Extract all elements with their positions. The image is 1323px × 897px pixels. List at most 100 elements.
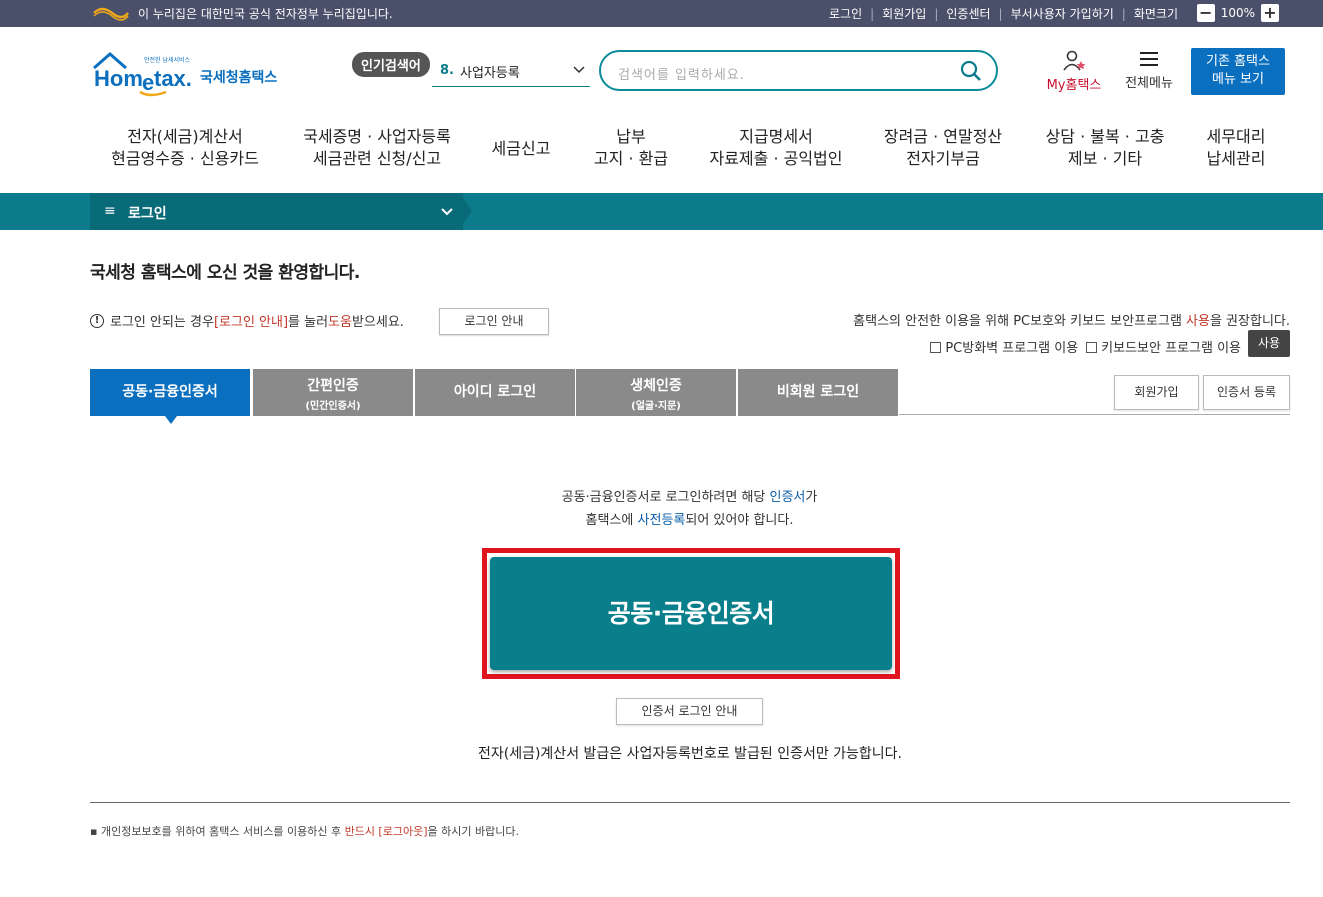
search-input[interactable]: 검색어를 입력하세요. xyxy=(618,64,745,83)
join-button[interactable]: 회원가입 xyxy=(1114,375,1199,410)
notice-text: 되어 있어야 합니다. xyxy=(685,513,794,528)
firewall-option[interactable]: PC방화벽 프로그램 이용 xyxy=(930,337,1078,356)
popular-search-rank: 8. xyxy=(440,63,454,78)
cert-notice-line2: 홈택스에 사전등록되어 있어야 합니다. xyxy=(28,509,1323,528)
nav-item-certificate[interactable]: 국세증명 · 사업자등록 세금관련 신청/신고 xyxy=(297,126,457,170)
user-star-icon xyxy=(1063,50,1086,71)
nav-item-label: 국세증명 · 사업자등록 xyxy=(303,127,451,146)
nav-item-sublabel: 납세관리 xyxy=(1206,149,1266,168)
old-menu-line1: 기존 홈택스 xyxy=(1206,54,1270,69)
search-box[interactable]: 검색어를 입력하세요. xyxy=(599,50,998,91)
svg-text:e: e xyxy=(142,70,154,95)
popular-search-select[interactable]: 8. 사업자등록 xyxy=(432,56,590,87)
main-nav: 전자(세금)계산서 현금영수증 · 신용카드 국세증명 · 사업자등록 세금관련… xyxy=(92,126,1292,174)
use-security-button[interactable]: 사용 xyxy=(1248,330,1290,357)
security-options: PC방화벽 프로그램 이용 키보드보안 프로그램 이용 xyxy=(930,337,1241,356)
my-hometax-link[interactable]: My홈택스 xyxy=(1040,50,1108,93)
nav-item-label: 전자(세금)계산서 xyxy=(127,127,243,146)
keyboard-security-checkbox[interactable] xyxy=(1086,342,1098,353)
gov-link-login[interactable]: 로그인 xyxy=(829,5,862,22)
tab-divider xyxy=(899,414,1290,415)
nav-item-tax-return[interactable]: 세금신고 xyxy=(486,138,556,160)
svg-text:Hom: Hom xyxy=(94,66,143,91)
tab-sublabel: (얼굴·지문) xyxy=(631,401,681,412)
security-recommendation: 홈택스의 안전한 이용을 위해 PC보호와 키보드 보안프로그램 사용을 권장합… xyxy=(853,310,1290,329)
nav-item-sublabel: 자료제출 · 공익법인 xyxy=(709,149,843,168)
welcome-title: 국세청 홈택스에 오신 것을 환영합니다. xyxy=(90,263,360,283)
gov-link-cert[interactable]: 인증센터 xyxy=(946,5,990,22)
gov-link-join[interactable]: 회원가입 xyxy=(882,5,926,22)
privacy-footnote: ▪ 개인정보보호를 위하여 홈택스 서비스를 이용하신 후 반드시 [로그아웃]… xyxy=(90,825,519,838)
tab-id-login[interactable]: 아이디 로그인 xyxy=(415,369,575,416)
help-link[interactable]: [로그인 안내] xyxy=(214,311,288,330)
security-suffix: 을 권장합니다. xyxy=(1209,314,1290,329)
firewall-label: PC방화벽 프로그램 이용 xyxy=(945,341,1079,356)
notice-emph: 사전등록 xyxy=(637,513,686,528)
divider xyxy=(90,802,1290,803)
nav-item-label: 장려금 · 연말정산 xyxy=(883,127,1003,146)
nav-item-sublabel: 현금영수증 · 신용카드 xyxy=(111,149,259,168)
popular-search-badge: 인기검색어 xyxy=(352,52,430,77)
cert-notice-line1: 공동·금융인증서로 로그인하려면 해당 인증서가 xyxy=(28,486,1323,505)
nav-item-sublabel: 고지 · 환급 xyxy=(593,149,669,168)
tab-biometric[interactable]: 생체인증 (얼굴·지문) xyxy=(576,369,736,416)
location-bar: ≡ 로그인 xyxy=(0,193,1323,230)
etax-notice: 전자(세금)계산서 발급은 사업자등록번호로 발급된 인증서만 가능합니다. xyxy=(477,746,903,762)
firewall-checkbox[interactable] xyxy=(930,342,942,353)
keyboard-security-label: 키보드보안 프로그램 이용 xyxy=(1101,341,1241,356)
tab-guest-login[interactable]: 비회원 로그인 xyxy=(738,369,898,416)
chevron-down-icon[interactable] xyxy=(440,205,454,219)
nav-item-sublabel: 세금관련 신청/신고 xyxy=(312,149,442,168)
nav-item-consulting[interactable]: 상담 · 불복 · 고충 제보 · 기타 xyxy=(1040,126,1170,170)
popular-search-term: 사업자등록 xyxy=(460,66,520,81)
nav-item-payment-statement[interactable]: 지급명세서 자료제출 · 공익법인 xyxy=(706,126,846,170)
tab-label: 공동·금융인증서 xyxy=(122,384,218,400)
tab-joint-certificate[interactable]: 공동·금융인증서 xyxy=(90,369,250,416)
old-menu-button[interactable]: 기존 홈택스 메뉴 보기 xyxy=(1191,48,1285,95)
list-icon: ≡ xyxy=(104,203,116,219)
nav-item-label: 상담 · 불복 · 고충 xyxy=(1045,127,1165,146)
footnote-text: 개인정보보호를 위하여 홈택스 서비스를 이용하신 후 xyxy=(100,825,345,838)
footnote-emph: 반드시 [로그아웃] xyxy=(344,825,428,838)
help-prefix: 로그인 안되는 경우 xyxy=(110,315,214,330)
svg-text:안전한 납세서비스: 안전한 납세서비스 xyxy=(144,56,191,64)
nav-item-payment[interactable]: 납부 고지 · 환급 xyxy=(586,126,676,170)
gov-bar: 이 누리집은 대한민국 공식 전자정부 누리집입니다. 로그인 | 회원가입 | 인… xyxy=(0,0,1323,27)
zoom-out-button[interactable]: − xyxy=(1196,4,1215,22)
location-arrow xyxy=(460,193,472,229)
joint-certificate-login-button[interactable]: 공동·금융인증서 xyxy=(490,557,892,670)
search-icon[interactable] xyxy=(960,60,982,82)
nav-item-label: 세무대리 xyxy=(1206,127,1266,146)
login-guide-button[interactable]: 로그인 안내 xyxy=(439,308,549,335)
tab-simple-auth[interactable]: 간편인증 (민간인증서) xyxy=(253,369,413,416)
help-middle: 를 눌러 xyxy=(288,315,329,330)
svg-text:tax.: tax. xyxy=(154,66,192,91)
all-menu-label: 전체메뉴 xyxy=(1125,76,1173,91)
nav-item-tax-agent[interactable]: 세무대리 납세관리 xyxy=(1198,126,1274,170)
keyboard-security-option[interactable]: 키보드보안 프로그램 이용 xyxy=(1086,337,1241,356)
hometax-logo[interactable]: Hom e tax. 국세청홈택스 안전한 납세서비스 xyxy=(92,48,292,98)
zoom-in-button[interactable]: + xyxy=(1261,4,1279,22)
login-help-text: ! 로그인 안되는 경우 [로그인 안내] 를 눌러 도움 받으세요. xyxy=(90,311,404,330)
nav-item-label: 납부 xyxy=(616,127,646,146)
nav-item-incentive[interactable]: 장려금 · 연말정산 전자기부금 xyxy=(878,126,1008,170)
active-tab-pointer xyxy=(165,416,177,424)
info-icon: ! xyxy=(90,313,104,328)
security-emph: 사용 xyxy=(1186,314,1210,329)
tab-label: 간편인증 xyxy=(307,378,359,394)
tab-label: 비회원 로그인 xyxy=(776,384,860,400)
cert-login-guide-button[interactable]: 인증서 로그인 안내 xyxy=(616,698,763,725)
gov-link-screensize: 화면크기 xyxy=(1133,7,1178,21)
zoom-level: 100% xyxy=(1220,6,1255,20)
gov-notice: 이 누리집은 대한민국 공식 전자정부 누리집입니다. xyxy=(138,7,393,21)
nav-item-etax[interactable]: 전자(세금)계산서 현금영수증 · 신용카드 xyxy=(110,126,260,170)
hamburger-icon xyxy=(1140,52,1158,66)
footnote-text: 을 하시기 바랍니다. xyxy=(427,825,519,838)
cert-register-button[interactable]: 인증서 등록 xyxy=(1203,375,1290,410)
notice-text: 공동·금융인증서로 로그인하려면 해당 xyxy=(561,490,770,505)
all-menu-button[interactable]: 전체메뉴 xyxy=(1120,50,1178,91)
tab-sublabel: (민간인증서) xyxy=(305,401,361,412)
nav-item-label: 세금신고 xyxy=(491,139,551,158)
gov-link-dept[interactable]: 부서사용자 가입하기 xyxy=(1011,5,1114,22)
help-suffix: 받으세요. xyxy=(351,315,404,330)
